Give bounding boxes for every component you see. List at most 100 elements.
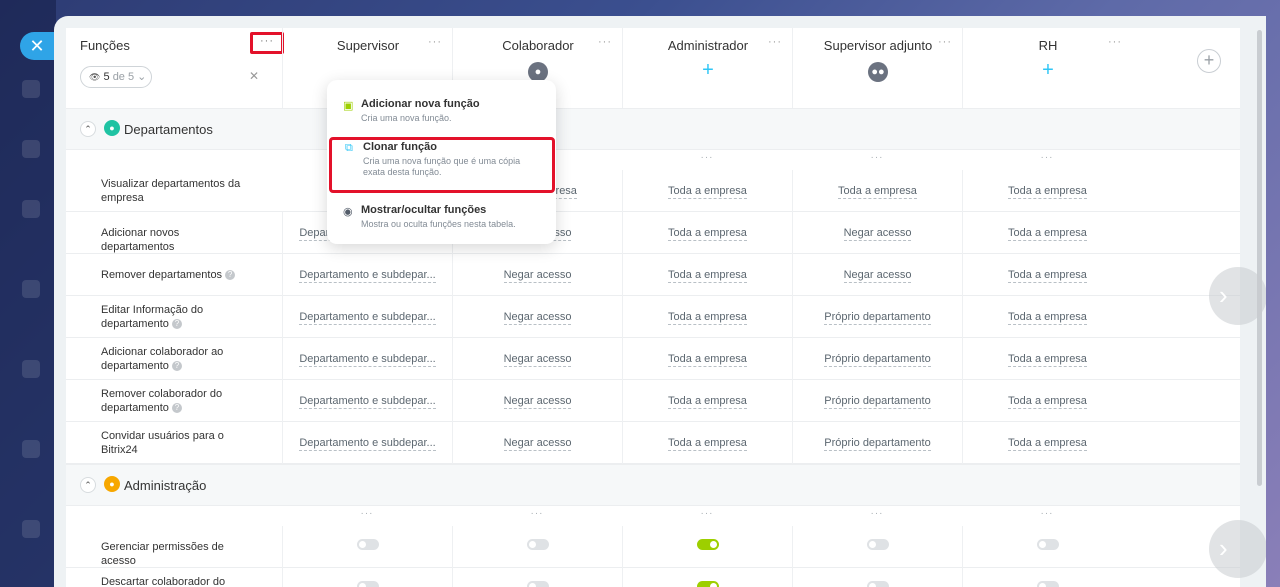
permission-value-cell[interactable]: Toda a empresa xyxy=(622,380,792,422)
permission-toggle[interactable] xyxy=(1036,581,1059,587)
permission-value[interactable]: Departamento e subdepar... xyxy=(299,311,436,325)
permission-toggle[interactable] xyxy=(1036,539,1059,550)
menu-item-add-role[interactable]: ▣ Adicionar nova função Cria uma nova funç… xyxy=(327,94,556,138)
permission-value-cell[interactable]: Próprio departamento xyxy=(792,296,962,338)
permission-value-cell[interactable]: Toda a empresa xyxy=(622,296,792,338)
menu-item-toggle-roles[interactable]: ◉ Mostrar/ocultar funções Mostra ou oculta… xyxy=(327,200,556,244)
permission-value[interactable]: Toda a empresa xyxy=(1008,311,1087,325)
role-more-button[interactable]: ··· xyxy=(768,36,782,48)
permission-value[interactable]: Toda a empresa xyxy=(1008,227,1087,241)
permission-toggle-cell[interactable] xyxy=(622,526,792,568)
permission-toggle[interactable] xyxy=(526,539,549,550)
role-more-button[interactable]: ··· xyxy=(938,36,952,48)
permission-value-cell[interactable]: Toda a empresa xyxy=(962,380,1132,422)
permission-value-cell[interactable]: Próprio departamento xyxy=(792,338,962,380)
permission-value[interactable]: Departamento e subdepar... xyxy=(299,395,436,409)
permission-value-cell[interactable]: Próprio departamento xyxy=(792,380,962,422)
permission-value[interactable]: Toda a empresa xyxy=(668,437,747,451)
add-member-icon[interactable]: + xyxy=(698,59,718,82)
permission-value[interactable]: Negar acesso xyxy=(503,269,572,283)
help-icon[interactable]: ? xyxy=(171,403,182,414)
column-bulk-more-button[interactable]: ··· xyxy=(792,508,962,519)
permission-value-cell[interactable]: Negar acesso xyxy=(792,254,962,296)
permission-toggle-cell[interactable] xyxy=(622,568,792,587)
permission-value-cell[interactable]: Toda a empresa xyxy=(962,254,1132,296)
vertical-scrollbar[interactable] xyxy=(1257,30,1262,486)
permission-value[interactable]: Toda a empresa xyxy=(1008,269,1087,283)
help-icon[interactable]: ? xyxy=(171,319,182,330)
permission-value[interactable]: Toda a empresa xyxy=(1008,353,1087,367)
permission-value-cell[interactable]: Departamento e subdepar... xyxy=(282,254,452,296)
permission-toggle-cell[interactable] xyxy=(792,526,962,568)
permission-value-cell[interactable]: Toda a empresa xyxy=(622,254,792,296)
scroll-right-arrow-icon[interactable]: › xyxy=(1209,520,1266,578)
visible-roles-filter[interactable]: 👁 5 de 5 ⌄ xyxy=(80,66,152,88)
permission-toggle[interactable] xyxy=(356,581,379,587)
permission-value-cell[interactable]: Negar acesso xyxy=(452,380,622,422)
chevron-up-icon[interactable]: ⌃ xyxy=(80,121,96,137)
permission-value[interactable]: Próprio departamento xyxy=(824,395,931,409)
role-more-button[interactable]: ··· xyxy=(598,36,612,48)
permission-value-cell[interactable]: Negar acesso xyxy=(452,338,622,380)
column-bulk-more-button[interactable]: ··· xyxy=(962,508,1132,519)
permission-toggle[interactable] xyxy=(526,581,549,587)
permission-value-cell[interactable]: Negar acesso xyxy=(452,296,622,338)
permission-value[interactable]: Toda a empresa xyxy=(1008,395,1087,409)
permission-value-cell[interactable]: Toda a empresa xyxy=(962,170,1132,212)
add-role-column-button[interactable]: + xyxy=(1197,49,1221,73)
role-more-button[interactable]: ··· xyxy=(1108,36,1122,48)
column-bulk-more-button[interactable]: ··· xyxy=(282,508,452,519)
column-bulk-more-button[interactable]: ··· xyxy=(452,508,622,519)
permission-toggle[interactable] xyxy=(696,581,719,587)
permission-value[interactable]: Negar acesso xyxy=(503,311,572,325)
permission-value[interactable]: Toda a empresa xyxy=(668,311,747,325)
permission-value[interactable]: Toda a empresa xyxy=(668,227,747,241)
permission-value[interactable]: Toda a empresa xyxy=(668,269,747,283)
permission-value-cell[interactable]: Departamento e subdepar... xyxy=(282,338,452,380)
permission-value[interactable]: Negar acesso xyxy=(503,395,572,409)
menu-item-clone-role[interactable]: ⧉ Clonar função Cria uma nova função que é… xyxy=(329,137,555,193)
permission-value[interactable]: Negar acesso xyxy=(843,269,912,283)
permission-value-cell[interactable]: Próprio departamento xyxy=(792,422,962,464)
help-icon[interactable]: ? xyxy=(171,361,182,372)
scroll-right-arrow-icon[interactable]: › xyxy=(1209,267,1266,325)
permission-value-cell[interactable]: Toda a empresa xyxy=(622,170,792,212)
permission-toggle-cell[interactable] xyxy=(282,526,452,568)
help-icon[interactable]: ? xyxy=(225,270,236,281)
permission-value-cell[interactable]: Departamento e subdepar... xyxy=(282,422,452,464)
role-more-button[interactable]: ··· xyxy=(428,36,442,48)
group-avatar-icon[interactable]: ●● xyxy=(868,62,888,82)
permission-toggle-cell[interactable] xyxy=(792,568,962,587)
permission-value-cell[interactable]: Toda a empresa xyxy=(622,338,792,380)
permission-value[interactable]: Departamento e subdepar... xyxy=(299,353,436,367)
permission-value-cell[interactable]: Toda a empresa xyxy=(962,296,1132,338)
collapse-icon[interactable]: ✕ xyxy=(249,69,259,83)
permission-toggle-cell[interactable] xyxy=(452,526,622,568)
permission-value[interactable]: Departamento e subdepar... xyxy=(299,269,436,283)
user-avatar-icon[interactable]: ● xyxy=(528,62,548,82)
permission-value-cell[interactable]: Toda a empresa xyxy=(962,422,1132,464)
permission-value[interactable]: Toda a empresa xyxy=(1008,185,1087,199)
column-bulk-more-button[interactable]: ··· xyxy=(622,152,792,163)
permission-value-cell[interactable]: Departamento e subdepar... xyxy=(282,380,452,422)
column-bulk-more-button[interactable]: ··· xyxy=(792,152,962,163)
permission-value-cell[interactable]: Toda a empresa xyxy=(962,212,1132,254)
permission-value[interactable]: Próprio departamento xyxy=(824,311,931,325)
permission-toggle[interactable] xyxy=(696,539,719,550)
chevron-up-icon[interactable]: ⌃ xyxy=(80,477,96,493)
permission-value-cell[interactable]: Negar acesso xyxy=(452,254,622,296)
permission-value[interactable]: Próprio departamento xyxy=(824,353,931,367)
permission-value[interactable]: Negar acesso xyxy=(843,227,912,241)
column-bulk-more-button[interactable]: ··· xyxy=(622,508,792,519)
permission-toggle-cell[interactable] xyxy=(962,526,1132,568)
roles-more-button[interactable]: ··· xyxy=(250,32,284,54)
permission-toggle[interactable] xyxy=(356,539,379,550)
permission-value-cell[interactable]: Toda a empresa xyxy=(962,338,1132,380)
permission-value[interactable]: Toda a empresa xyxy=(838,185,917,199)
permission-toggle[interactable] xyxy=(866,581,889,587)
permission-toggle-cell[interactable] xyxy=(452,568,622,587)
close-slider-button[interactable]: ✕ xyxy=(20,32,54,60)
section-header[interactable]: ⌃ ● Departamentos xyxy=(66,108,1240,150)
permission-value[interactable]: Toda a empresa xyxy=(668,185,747,199)
permission-value[interactable]: Negar acesso xyxy=(503,353,572,367)
